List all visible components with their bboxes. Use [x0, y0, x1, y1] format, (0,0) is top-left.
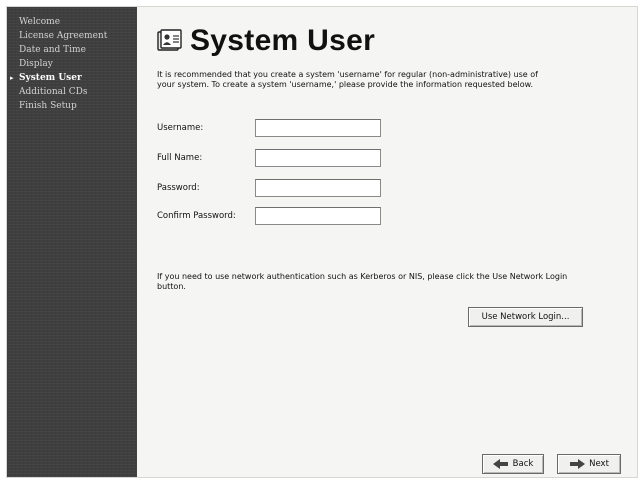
- password-label: Password:: [157, 183, 200, 193]
- sidebar-item-label: Additional CDs: [19, 87, 88, 97]
- title-row: System User: [156, 21, 375, 61]
- sidebar-item-label: Welcome: [19, 17, 61, 27]
- firstboot-window: Welcome License Agreement Date and Time …: [6, 6, 638, 478]
- sidebar-item-label: System User: [19, 73, 82, 83]
- sidebar-item-system-user: ▸ System User: [7, 71, 137, 85]
- main-content: System User It is recommended that you c…: [137, 7, 637, 477]
- back-button[interactable]: Back: [482, 454, 544, 474]
- page-title: System User: [190, 24, 376, 57]
- next-button-label: Next: [589, 459, 609, 469]
- steps-sidebar: Welcome License Agreement Date and Time …: [7, 7, 137, 477]
- users-icon: [157, 29, 182, 51]
- sidebar-item-label: License Agreement: [19, 31, 108, 41]
- steps-list: Welcome License Agreement Date and Time …: [7, 7, 137, 113]
- sidebar-item-additional-cds: Additional CDs: [7, 85, 137, 99]
- sidebar-item-label: Finish Setup: [19, 101, 77, 111]
- fullname-input[interactable]: [255, 149, 381, 167]
- use-network-login-button[interactable]: Use Network Login...: [468, 307, 583, 327]
- username-input[interactable]: [255, 119, 381, 137]
- intro-text: It is recommended that you create a syst…: [157, 70, 538, 89]
- sidebar-item-license-agreement: License Agreement: [7, 29, 137, 43]
- arrow-right-icon: [570, 459, 586, 469]
- sidebar-item-date-and-time: Date and Time: [7, 43, 137, 57]
- confirm-password-label: Confirm Password:: [157, 211, 236, 221]
- sidebar-item-label: Display: [19, 59, 53, 69]
- confirm-password-input[interactable]: [255, 207, 381, 225]
- sidebar-item-display: Display: [7, 57, 137, 71]
- back-button-label: Back: [512, 459, 534, 469]
- next-button[interactable]: Next: [557, 454, 621, 474]
- sidebar-item-finish-setup: Finish Setup: [7, 99, 137, 113]
- use-network-login-label: Use Network Login...: [481, 312, 570, 322]
- network-auth-note: If you need to use network authenticatio…: [157, 272, 568, 291]
- sidebar-item-welcome: Welcome: [7, 15, 137, 29]
- sidebar-item-label: Date and Time: [19, 45, 86, 55]
- arrow-left-icon: [492, 459, 508, 469]
- username-label: Username:: [157, 123, 204, 133]
- fullname-label: Full Name:: [157, 153, 203, 163]
- password-input[interactable]: [255, 179, 381, 197]
- current-step-arrow-icon: ▸: [10, 73, 14, 82]
